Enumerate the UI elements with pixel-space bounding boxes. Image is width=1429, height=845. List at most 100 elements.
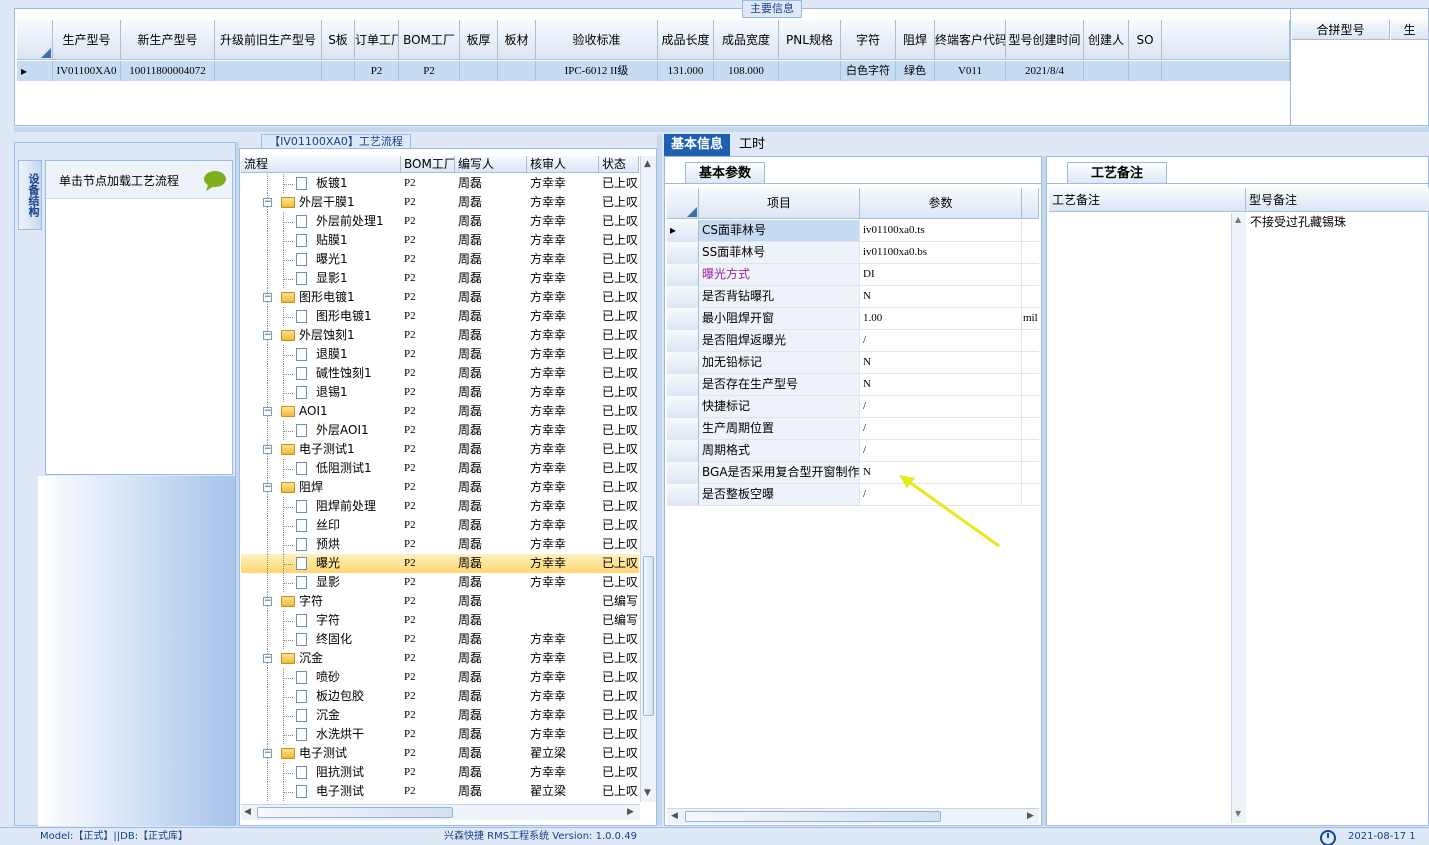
flow-row[interactable]: 水洗烘干 P2 周磊 方幸幸 已上叹	[241, 725, 639, 744]
cell-12[interactable]: 白色字符	[841, 61, 896, 81]
param-value[interactable]: iv01100xa0.ts	[860, 220, 1022, 241]
flow-row[interactable]: 外层AOI1 P2 周磊 方幸幸 已上叹	[241, 421, 639, 440]
flow-row[interactable]: 板边包胶 P2 周磊 方幸幸 已上叹	[241, 687, 639, 706]
cell-11[interactable]	[779, 61, 841, 81]
collapse-toggle-icon[interactable]: −	[263, 483, 272, 492]
flow-row[interactable]: 预烘 P2 周磊 方幸幸 已上叹	[241, 535, 639, 554]
col-header-9[interactable]: 成品长度	[658, 20, 714, 60]
col-header-3[interactable]: S板	[322, 20, 355, 60]
col-header-11[interactable]: PNL规格	[779, 20, 841, 60]
collapse-toggle-icon[interactable]: −	[263, 597, 272, 606]
flow-row[interactable]: 阻焊前处理 P2 周磊 方幸幸 已上叹	[241, 497, 639, 516]
cell-1[interactable]: 10011800004072	[121, 61, 215, 81]
process-remark-scrollbar[interactable]: ▲ ▼	[1231, 213, 1246, 823]
cell-10[interactable]: 108.000	[714, 61, 779, 81]
flow-row[interactable]: − 字符 P2 周磊 已编写	[241, 592, 639, 611]
col-header-16[interactable]: 创建人	[1084, 20, 1129, 60]
flow-row[interactable]: 曝光1 P2 周磊 方幸幸 已上叹	[241, 250, 639, 269]
flow-row[interactable]: 阻抗测试 P2 周磊 方幸幸 已上叹	[241, 763, 639, 782]
collapse-toggle-icon[interactable]: −	[263, 331, 272, 340]
collapse-toggle-icon[interactable]: −	[263, 749, 272, 758]
scroll-left-icon[interactable]: ◀	[671, 811, 678, 821]
flow-row[interactable]: − 外层蚀刻1 P2 周磊 方幸幸 已上叹	[241, 326, 639, 345]
flow-row[interactable]: 终固化 P2 周磊 方幸幸 已上叹	[241, 630, 639, 649]
param-row[interactable]: ▸ CS面菲林号 iv01100xa0.ts	[667, 220, 1039, 242]
cell-4[interactable]: P2	[355, 61, 399, 81]
flow-row[interactable]: 电子测试 P2 周磊 翟立梁 已上叹	[241, 782, 639, 801]
flow-col-header-3[interactable]: 核审人	[527, 156, 599, 173]
param-row[interactable]: 是否阻焊返曝光 /	[667, 330, 1039, 352]
param-row[interactable]: 快捷标记 /	[667, 396, 1039, 418]
col-header-2[interactable]: 升级前旧生产型号	[215, 20, 322, 60]
params-col-item[interactable]: 项目	[699, 188, 860, 219]
side-col-merged-model[interactable]: 合拼型号	[1292, 20, 1390, 40]
flow-hscroll-thumb[interactable]	[257, 807, 453, 818]
flow-col-header-1[interactable]: BOM工厂	[401, 156, 455, 173]
col-header-1[interactable]: 新生产型号	[121, 20, 215, 60]
flow-scroll-thumb[interactable]	[643, 556, 654, 716]
cell-8[interactable]: IPC-6012 II级	[536, 61, 658, 81]
param-value[interactable]: /	[860, 418, 1022, 439]
param-row[interactable]: 加无铅标记 N	[667, 352, 1039, 374]
cell-15[interactable]: 2021/8/4	[1006, 61, 1084, 81]
cell-17[interactable]	[1129, 61, 1162, 81]
flow-row[interactable]: 低阻测试1 P2 周磊 方幸幸 已上叹	[241, 459, 639, 478]
horizontal-splitter[interactable]	[14, 127, 1429, 132]
col-header-0[interactable]: 生产型号	[53, 20, 121, 60]
params-hscroll-thumb[interactable]	[685, 811, 941, 822]
param-value[interactable]: /	[860, 396, 1022, 417]
params-corner[interactable]	[667, 188, 699, 219]
scroll-down-icon[interactable]: ▼	[644, 788, 651, 798]
flow-col-header-0[interactable]: 流程	[241, 156, 401, 173]
col-header-12[interactable]: 字符	[841, 20, 896, 60]
collapse-toggle-icon[interactable]: −	[263, 407, 272, 416]
param-value[interactable]: /	[860, 440, 1022, 461]
flow-row[interactable]: 退锡1 P2 周磊 方幸幸 已上叹	[241, 383, 639, 402]
col-header-5[interactable]: BOM工厂	[399, 20, 460, 60]
flow-row[interactable]: − AOI1 P2 周磊 方幸幸 已上叹	[241, 402, 639, 421]
collapse-toggle-icon[interactable]: −	[263, 198, 272, 207]
flow-row[interactable]: 字符 P2 周磊 已编写	[241, 611, 639, 630]
flow-row[interactable]: 退膜1 P2 周磊 方幸幸 已上叹	[241, 345, 639, 364]
param-row[interactable]: 是否存在生产型号 N	[667, 374, 1039, 396]
cell-9[interactable]: 131.000	[658, 61, 714, 81]
param-row[interactable]: 最小阻焊开窗 1.00 mil	[667, 308, 1039, 330]
flow-row[interactable]: 显影 P2 周磊 方幸幸 已上叹	[241, 573, 639, 592]
flow-row[interactable]: 显影1 P2 周磊 方幸幸 已上叹	[241, 269, 639, 288]
scroll-down-icon[interactable]: ▼	[1235, 809, 1241, 818]
col-header-6[interactable]: 板厚	[460, 20, 498, 60]
scroll-up-icon[interactable]: ▲	[644, 159, 651, 169]
flow-row[interactable]: 喷砂 P2 周磊 方幸幸 已上叹	[241, 668, 639, 687]
param-value[interactable]: 1.00	[860, 308, 1022, 329]
flow-row[interactable]: − 阻焊 P2 周磊 方幸幸 已上叹	[241, 478, 639, 497]
params-col-value[interactable]: 参数	[860, 188, 1022, 219]
cell-13[interactable]: 绿色	[896, 61, 935, 81]
tab-work-hours[interactable]: 工时	[732, 134, 772, 156]
param-row[interactable]: 生产周期位置 /	[667, 418, 1039, 440]
collapse-toggle-icon[interactable]: −	[263, 654, 272, 663]
col-header-14[interactable]: 终端客户代码	[935, 20, 1006, 60]
flow-row[interactable]: 外层前处理1 P2 周磊 方幸幸 已上叹	[241, 212, 639, 231]
col-header-13[interactable]: 阻焊	[896, 20, 935, 60]
flow-row[interactable]: 沉金 P2 周磊 方幸幸 已上叹	[241, 706, 639, 725]
param-value[interactable]: /	[860, 330, 1022, 351]
grid-corner[interactable]	[17, 20, 53, 60]
scroll-right-icon[interactable]: ▶	[627, 807, 634, 817]
param-row[interactable]: 是否背钻曝孔 N	[667, 286, 1039, 308]
cell-16[interactable]	[1084, 61, 1129, 81]
flow-horizontal-scrollbar[interactable]: ◀ ▶	[241, 804, 640, 820]
collapse-toggle-icon[interactable]: −	[263, 445, 272, 454]
flow-vertical-scrollbar[interactable]: ▲ ▼	[640, 156, 656, 802]
flow-row[interactable]: 丝印 P2 周磊 方幸幸 已上叹	[241, 516, 639, 535]
cell-7[interactable]	[498, 61, 536, 81]
cell-2[interactable]	[215, 61, 322, 81]
param-row[interactable]: SS面菲林号 iv01100xa0.bs	[667, 242, 1039, 264]
flow-col-header-4[interactable]: 状态	[599, 156, 639, 173]
col-header-7[interactable]: 板材	[498, 20, 536, 60]
flow-row[interactable]: 图形电镀1 P2 周磊 方幸幸 已上叹	[241, 307, 639, 326]
cell-6[interactable]	[460, 61, 498, 81]
tab-process-remark[interactable]: 工艺备注	[1067, 162, 1167, 184]
flow-row[interactable]: 曝光 P2 周磊 方幸幸 已上叹	[241, 554, 639, 573]
flow-row[interactable]: − 电子测试1 P2 周磊 方幸幸 已上叹	[241, 440, 639, 459]
col-header-17[interactable]: SO	[1129, 20, 1162, 60]
